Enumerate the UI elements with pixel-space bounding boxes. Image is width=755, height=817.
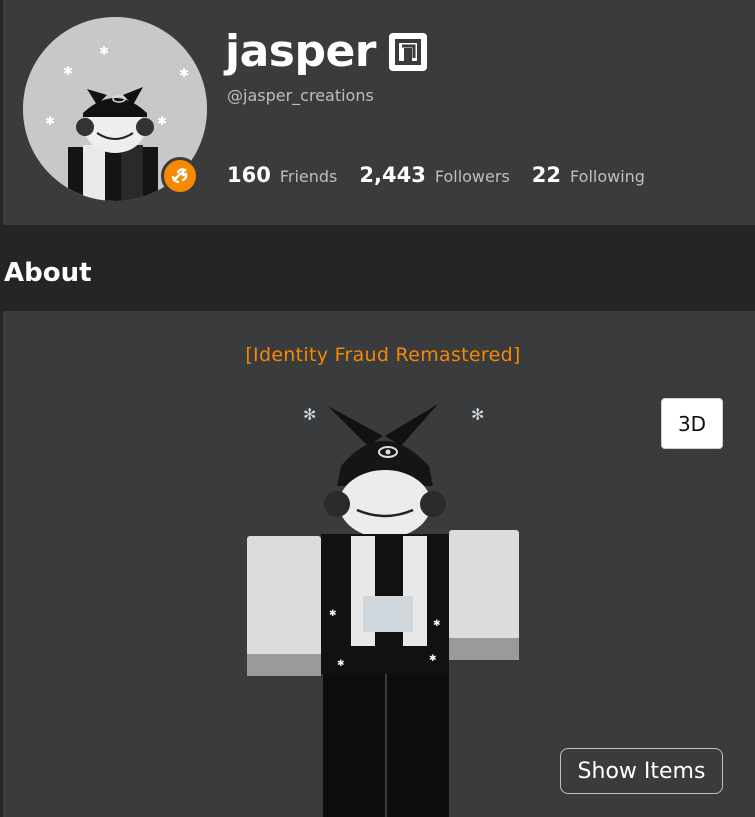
stat-following[interactable]: 22 Following — [532, 163, 645, 187]
svg-text:✻: ✻ — [303, 405, 316, 424]
username: @jasper_creations — [227, 86, 374, 105]
display-name: jasper — [225, 26, 377, 77]
avatar-panel: [Identity Fraud Remastered] ✻✻ ✻✻ — [3, 311, 755, 817]
stat-followers[interactable]: 2,443 Followers — [359, 163, 509, 187]
svg-text:✱: ✱ — [329, 609, 337, 619]
stat-friends[interactable]: 160 Friends — [227, 163, 337, 187]
stat-friends-label: Friends — [279, 167, 338, 186]
verified-badge-icon — [388, 32, 428, 72]
svg-text:✱: ✱ — [63, 64, 73, 78]
svg-text:✱: ✱ — [429, 654, 437, 664]
svg-text:✱: ✱ — [433, 619, 441, 629]
stat-following-count: 22 — [531, 163, 562, 187]
profile-avatar[interactable]: ✱ ✱ ✱ ✱ ✱ — [23, 17, 211, 205]
stat-followers-count: 2,443 — [359, 163, 426, 187]
svg-text:✻: ✻ — [471, 405, 484, 424]
stat-following-label: Following — [570, 167, 645, 186]
display-name-row: jasper — [225, 28, 428, 76]
about-heading: About — [4, 258, 92, 288]
outfit-name: [Identity Fraud Remastered] — [245, 344, 521, 366]
svg-text:✱: ✱ — [45, 114, 55, 128]
svg-text:✱: ✱ — [337, 659, 345, 669]
stat-followers-label: Followers — [434, 167, 510, 186]
profile-stats: 160 Friends 2,443 Followers 22 Following — [227, 163, 667, 187]
svg-text:✱: ✱ — [179, 66, 189, 80]
premium-wrench-icon — [161, 157, 199, 195]
profile-header: ✱ ✱ ✱ ✱ ✱ jasper @jasper_creations 160 F… — [3, 0, 755, 225]
svg-text:✱: ✱ — [99, 44, 109, 58]
toggle-3d-button[interactable]: 3D — [661, 398, 723, 449]
avatar-render[interactable]: ✻✻ ✻✻ ✱✱✱✱ — [233, 386, 533, 817]
show-items-button[interactable]: Show Items — [560, 748, 723, 794]
stat-friends-count: 160 — [227, 163, 271, 187]
svg-text:✱: ✱ — [157, 114, 167, 128]
